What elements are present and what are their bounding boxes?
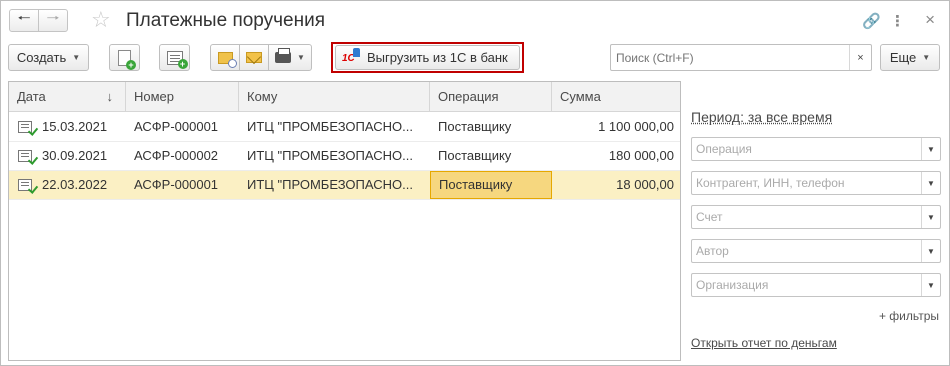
favorite-star-icon[interactable]: ☆ xyxy=(91,7,111,33)
cell-number: АСФР-000001 xyxy=(134,119,219,134)
close-icon[interactable]: × xyxy=(925,10,935,30)
cell-operation: Поставщику xyxy=(438,148,512,163)
posted-document-icon xyxy=(18,121,32,133)
send-email-button[interactable] xyxy=(239,44,269,71)
sort-descending-icon: ↓ xyxy=(106,89,114,104)
table-row-selected[interactable]: 22.03.2022 АСФР-000001 ИТЦ "ПРОМБЕЗОПАСН… xyxy=(9,171,680,200)
chevron-down-icon: ▼ xyxy=(72,53,81,62)
create-by-copy-button[interactable]: + xyxy=(109,44,140,71)
column-header-operation[interactable]: Операция xyxy=(430,82,552,111)
printer-icon xyxy=(275,48,292,63)
cell-amount: 1 100 000,00 xyxy=(598,119,674,134)
export-button-label: Выгрузить из 1С в банк xyxy=(367,50,508,65)
cell-to: ИТЦ "ПРОМБЕЗОПАСНО... xyxy=(247,119,413,134)
clear-search-button[interactable]: × xyxy=(849,45,871,70)
payment-orders-table[interactable]: Дата ↓ Номер Кому Операция Сумма 15.03.2… xyxy=(8,81,681,361)
link-icon[interactable]: 🔗 xyxy=(862,12,881,30)
search-input[interactable] xyxy=(611,45,841,70)
counterparty-filter[interactable]: Контрагент, ИНН, телефон ▼ xyxy=(691,171,941,195)
organization-filter[interactable]: Организация ▼ xyxy=(691,273,941,297)
more-vertical-icon[interactable]: ⋮ xyxy=(890,12,905,30)
cell-date: 15.03.2021 xyxy=(42,119,108,134)
cell-amount: 18 000,00 xyxy=(616,177,674,192)
column-header-amount[interactable]: Сумма xyxy=(552,82,680,111)
create-button-label: Создать xyxy=(16,50,67,65)
export-to-bank-button[interactable]: 1С Выгрузить из 1С в банк xyxy=(335,45,520,70)
chevron-down-icon: ▼ xyxy=(922,53,931,62)
more-button-label: Еще xyxy=(889,50,917,65)
cell-to: ИТЦ "ПРОМБЕЗОПАСНО... xyxy=(247,148,413,163)
export-highlight-frame: 1С Выгрузить из 1С в банк xyxy=(331,42,524,73)
cell-number: АСФР-000002 xyxy=(134,148,219,163)
forward-button[interactable]: 🠒 xyxy=(38,9,68,32)
envelope-icon xyxy=(246,52,262,63)
period-link[interactable]: Период: за все время xyxy=(691,109,832,125)
money-report-link[interactable]: Открыть отчет по деньгам xyxy=(691,336,837,350)
posted-document-icon xyxy=(18,150,32,162)
1c-export-icon: 1С xyxy=(342,47,360,65)
back-button[interactable]: 🠐 xyxy=(9,9,39,32)
add-filters-link[interactable]: + фильтры xyxy=(879,309,939,323)
author-filter[interactable]: Автор ▼ xyxy=(691,239,941,263)
create-list-button[interactable]: + xyxy=(159,44,190,71)
cell-date: 22.03.2022 xyxy=(42,177,108,192)
chevron-down-icon: ▼ xyxy=(297,53,305,62)
create-button[interactable]: Создать ▼ xyxy=(8,44,89,71)
chevron-down-icon[interactable]: ▼ xyxy=(921,240,940,262)
operation-filter[interactable]: Операция ▼ xyxy=(691,137,941,161)
table-row[interactable]: 15.03.2021 АСФР-000001 ИТЦ "ПРОМБЕЗОПАСН… xyxy=(9,113,680,142)
title-bar: 🠐 🠒 ☆ Платежные поручения 🔗 ⋮ × xyxy=(1,1,949,41)
cell-to: ИТЦ "ПРОМБЕЗОПАСНО... xyxy=(247,177,413,192)
column-header-to[interactable]: Кому xyxy=(239,82,430,111)
app-window: 🠐 🠒 ☆ Платежные поручения 🔗 ⋮ × Создать … xyxy=(0,0,950,366)
history-button[interactable] xyxy=(210,44,240,71)
column-header-number[interactable]: Номер xyxy=(126,82,239,111)
cell-number: АСФР-000001 xyxy=(134,177,219,192)
chevron-down-icon[interactable]: ▼ xyxy=(921,138,940,160)
document-add-icon: + xyxy=(118,49,136,70)
arrow-left-icon: 🠐 xyxy=(17,10,31,27)
cell-amount: 180 000,00 xyxy=(608,148,674,163)
chevron-down-icon[interactable]: ▼ xyxy=(921,206,940,228)
column-header-date[interactable]: Дата ↓ xyxy=(9,82,126,111)
table-header: Дата ↓ Номер Кому Операция Сумма xyxy=(9,82,680,112)
list-add-icon: + xyxy=(166,50,188,69)
folder-clock-icon xyxy=(217,51,237,68)
posted-document-icon xyxy=(18,179,32,191)
chevron-down-icon[interactable]: ▼ xyxy=(921,172,940,194)
arrow-right-icon: 🠒 xyxy=(46,10,60,27)
more-button[interactable]: Еще ▼ xyxy=(880,44,940,71)
cell-operation: Поставщику xyxy=(438,119,512,134)
table-row[interactable]: 30.09.2021 АСФР-000002 ИТЦ "ПРОМБЕЗОПАСН… xyxy=(9,142,680,171)
search-box: × xyxy=(610,44,872,71)
page-title: Платежные поручения xyxy=(126,10,326,31)
chevron-down-icon[interactable]: ▼ xyxy=(921,274,940,296)
account-filter[interactable]: Счет ▼ xyxy=(691,205,941,229)
cell-date: 30.09.2021 xyxy=(42,148,108,163)
toolbar: Создать ▼ + + ▼ 1С Выгрузить из 1С в бан… xyxy=(1,42,949,73)
cell-operation-active[interactable]: Поставщику xyxy=(430,171,552,199)
print-button[interactable]: ▼ xyxy=(268,44,312,71)
